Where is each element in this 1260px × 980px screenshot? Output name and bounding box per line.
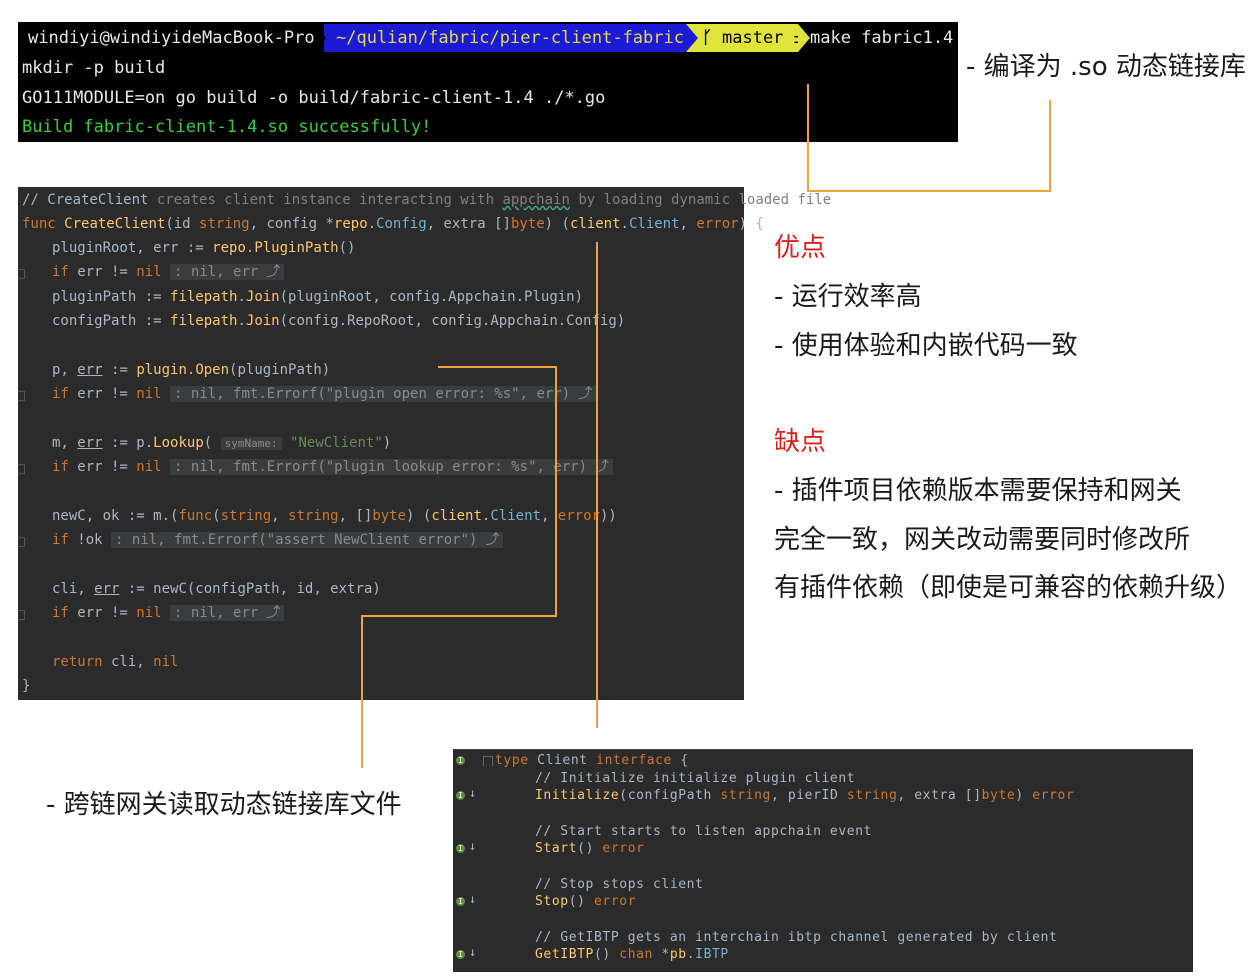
fold-marker-icon[interactable]: [18, 537, 25, 547]
code-line-comment: // CreateClient creates client instance …: [22, 192, 832, 208]
connector-line: [807, 84, 809, 192]
folded-hint[interactable]: : nil, fmt.Errorf("assert NewClient erro…: [111, 532, 482, 548]
terminal-output-line: GO111MODULE=on go build -o build/fabric-…: [22, 88, 606, 108]
git-branch-icon: ᚴ: [702, 28, 713, 48]
segment-arrow-icon: [686, 24, 698, 52]
code-line-method: Initialize(configPath string, pierID str…: [535, 788, 1075, 803]
folded-hint[interactable]: : nil, err: [170, 264, 263, 280]
fold-arrow-icon[interactable]: ⤴: [262, 264, 285, 280]
annotation-compile: - 编译为 .so 动态链接库: [966, 52, 1246, 82]
code-line-lookup: m, err := p.Lookup( symName: "NewClient"…: [52, 435, 392, 451]
cons-item: 有插件依赖（即使是可兼容的依赖升级）: [774, 573, 1243, 603]
code-comment: // Start starts to listen appchain event: [535, 824, 873, 839]
code-line-if: if !ok : nil, fmt.Errorf("assert NewClie…: [52, 531, 504, 549]
code-line-type-assert: newC, ok := m.(func(string, string, []by…: [52, 508, 617, 524]
down-arrow-icon[interactable]: ↓: [469, 786, 476, 800]
fold-arrow-icon[interactable]: ⤴: [591, 459, 614, 475]
fold-marker-icon[interactable]: [18, 610, 25, 620]
prompt-user: windiyi@windiyideMacBook-Pro: [28, 28, 315, 48]
connector-line: [807, 190, 1051, 192]
down-arrow-icon[interactable]: ↓: [469, 892, 476, 906]
annotation-load: - 跨链网关读取动态链接库文件: [46, 790, 402, 820]
fold-marker-icon[interactable]: [18, 464, 25, 474]
code-line-plugin-open: p, err := plugin.Open(pluginPath): [52, 362, 331, 378]
connector-line: [1049, 100, 1051, 192]
code-line-func-signature: func CreateClient(id string, config *rep…: [22, 216, 764, 232]
segment-arrow-icon: [798, 24, 810, 52]
code-line-if: if err != nil : nil, err ⤴: [52, 604, 285, 622]
code-comment: // GetIBTP gets an interchain ibtp chann…: [535, 930, 1058, 945]
code-line: pluginRoot, err := repo.PluginPath(): [52, 240, 356, 256]
fold-arrow-icon[interactable]: ⤴: [262, 605, 285, 621]
code-line-method: Stop() error: [535, 894, 637, 909]
terminal-success-line: Build fabric-client-1.4.so successfully!: [22, 117, 432, 137]
terminal-command: make fabric1.4: [810, 28, 954, 48]
code-comment: // Initialize initialize plugin client: [535, 771, 856, 786]
cons-item: - 插件项目依赖版本需要保持和网关: [774, 476, 1182, 506]
fold-arrow-icon[interactable]: ⤴: [481, 532, 504, 548]
fold-arrow-icon[interactable]: ⤴: [574, 386, 597, 402]
implemented-badge-icon[interactable]: I: [456, 756, 465, 765]
pros-item: - 运行效率高: [774, 282, 922, 312]
down-arrow-icon[interactable]: ↓: [469, 945, 476, 959]
folded-hint[interactable]: : nil, fmt.Errorf("plugin lookup error: …: [170, 459, 592, 475]
pros-title: 优点: [774, 233, 827, 263]
implemented-badge-icon[interactable]: I: [456, 897, 465, 906]
code-editor-createclient: // CreateClient creates client instance …: [18, 187, 831, 700]
implemented-badge-icon[interactable]: I: [456, 844, 465, 853]
connector-line: [361, 615, 363, 768]
code-line-method: GetIBTP() chan *pb.IBTP: [535, 947, 729, 962]
code-line-method: Start() error: [535, 841, 645, 856]
terminal-output-line: mkdir -p build: [22, 58, 166, 78]
code-line-type-decl: type Client interface {: [495, 753, 689, 768]
code-line-if: if err != nil : nil, fmt.Errorf("plugin …: [52, 385, 597, 403]
code-line-close-brace: }: [22, 678, 31, 694]
prompt-path: ~/qulian/fabric/pier-client-fabric: [336, 28, 684, 48]
fold-marker-icon[interactable]: [18, 269, 25, 279]
connector-line: [596, 242, 598, 728]
code-line: configPath := filepath.Join(config.RepoR…: [52, 313, 626, 329]
code-line-return: return cli, nil: [52, 654, 179, 670]
connector-line: [438, 366, 557, 368]
implemented-badge-icon[interactable]: I: [456, 950, 465, 959]
code-line-if: if err != nil : nil, err ⤴: [52, 263, 285, 281]
terminal-window: windiyi@windiyideMacBook-Pro ~/qulian/fa…: [18, 22, 958, 142]
code-line: pluginPath := filepath.Join(pluginRoot, …: [52, 289, 584, 305]
cons-item: 完全一致，网关改动需要同时修改所: [774, 525, 1191, 555]
connector-line: [555, 366, 557, 617]
down-arrow-icon[interactable]: ↓: [469, 839, 476, 853]
git-branch: master ±: [722, 28, 804, 48]
cons-title: 缺点: [774, 427, 827, 457]
code-comment: // Stop stops client: [535, 877, 704, 892]
code-line-if: if err != nil : nil, fmt.Errorf("plugin …: [52, 458, 614, 476]
folded-hint[interactable]: : nil, fmt.Errorf("plugin open error: %s…: [170, 386, 575, 402]
fold-marker-icon[interactable]: [18, 391, 25, 401]
implemented-badge-icon[interactable]: I: [456, 791, 465, 800]
pros-item: - 使用体验和内嵌代码一致: [774, 331, 1078, 361]
fold-marker-icon[interactable]: [483, 756, 493, 766]
connector-line: [361, 615, 557, 617]
segment-arrow-icon: [314, 24, 326, 52]
code-editor-client-interface: I type Client interface { // Initialize …: [453, 749, 1193, 972]
folded-hint[interactable]: : nil, err: [170, 605, 263, 621]
code-line-newc-call: cli, err := newC(configPath, id, extra): [52, 581, 381, 597]
param-hint: symName:: [220, 437, 282, 450]
